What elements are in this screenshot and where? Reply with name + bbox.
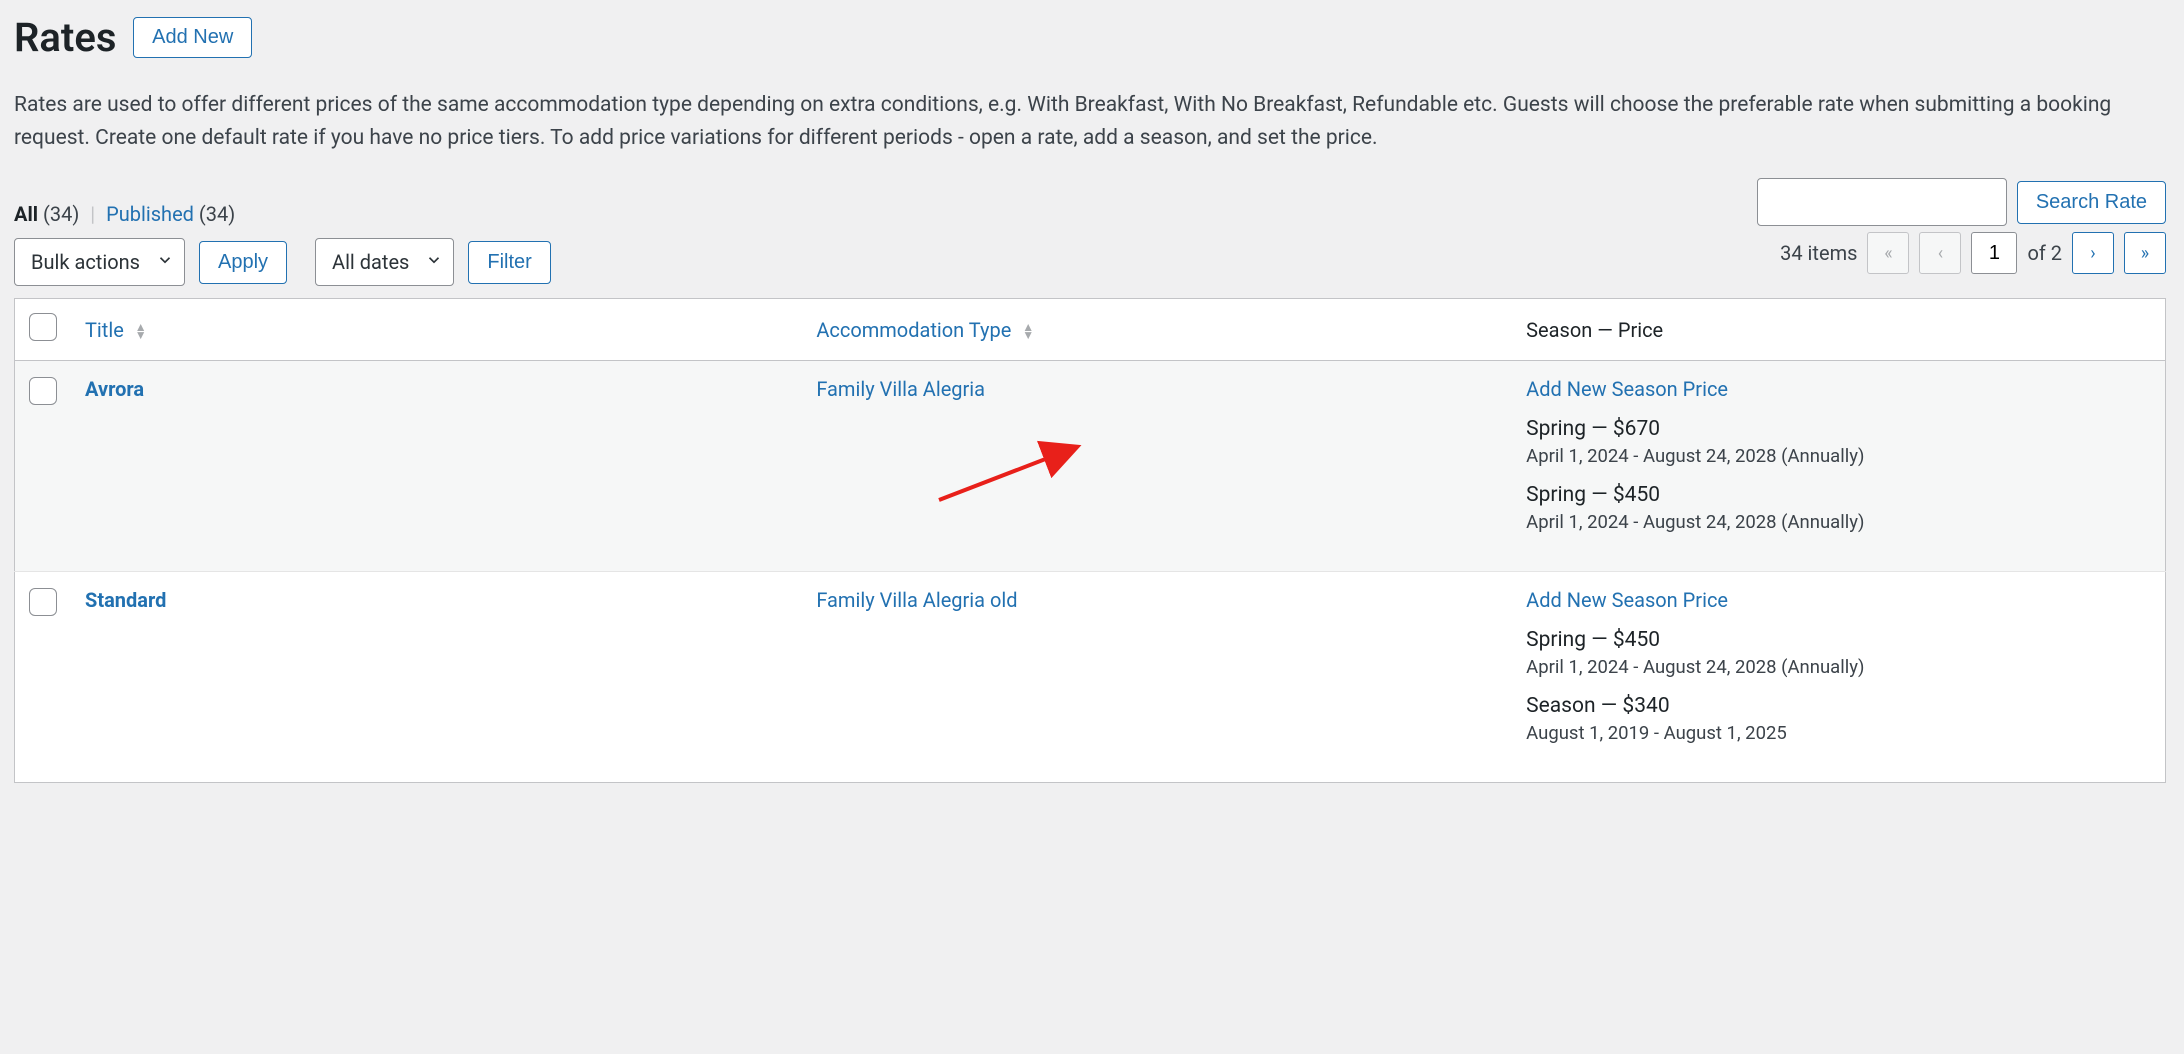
column-title[interactable]: Title: [85, 318, 129, 342]
filter-all-count: (34): [43, 202, 79, 226]
column-season-price: Season — Price: [1512, 299, 2165, 361]
add-new-button[interactable]: Add New: [133, 17, 252, 58]
bulk-actions-select[interactable]: Bulk actions: [14, 238, 185, 286]
filter-all-label: All: [14, 202, 38, 226]
divider: |: [84, 202, 101, 226]
page-input[interactable]: [1971, 232, 2017, 274]
select-all-checkbox[interactable]: [29, 313, 57, 341]
row-checkbox[interactable]: [29, 377, 57, 405]
filter-published[interactable]: Published (34): [106, 202, 235, 226]
first-page-button: «: [1867, 232, 1909, 274]
bulk-actions-label: Bulk actions: [31, 250, 140, 274]
season-price-label: Season — $340: [1526, 694, 2151, 718]
column-title-label: Title: [85, 318, 124, 342]
season-price-dates: April 1, 2024 - August 24, 2028 (Annuall…: [1526, 445, 2151, 467]
row-checkbox[interactable]: [29, 588, 57, 616]
table-row: Standard Family Villa Alegria old Add Ne…: [15, 572, 2166, 783]
page-description: Rates are used to offer different prices…: [14, 89, 2166, 154]
season-price-block: Spring — $450 April 1, 2024 - August 24,…: [1526, 628, 2151, 678]
pagination-count: 34 items: [1780, 241, 1857, 265]
status-filters: All (34) | Published (34): [14, 202, 235, 226]
filter-all[interactable]: All (34): [14, 202, 84, 226]
rate-title-link[interactable]: Avrora: [85, 377, 144, 401]
filter-published-label: Published: [106, 202, 194, 226]
chevron-down-icon: [156, 250, 174, 274]
season-price-block: Season — $340 August 1, 2019 - August 1,…: [1526, 694, 2151, 744]
column-accommodation-label: Accommodation Type: [816, 318, 1011, 342]
season-price-dates: April 1, 2024 - August 24, 2028 (Annuall…: [1526, 511, 2151, 533]
next-page-button[interactable]: ›: [2072, 232, 2114, 274]
column-accommodation[interactable]: Accommodation Type: [816, 318, 1016, 342]
filter-button[interactable]: Filter: [468, 241, 550, 284]
page-title: Rates: [14, 14, 116, 61]
chevron-down-icon: [425, 250, 443, 274]
add-season-price-link[interactable]: Add New Season Price: [1526, 377, 1728, 401]
season-price-dates: August 1, 2019 - August 1, 2025: [1526, 722, 2151, 744]
accommodation-link[interactable]: Family Villa Alegria old: [816, 588, 1017, 612]
filter-published-count: (34): [199, 202, 235, 226]
season-price-label: Spring — $450: [1526, 483, 2151, 507]
date-filter-label: All dates: [332, 250, 409, 274]
search-input[interactable]: [1757, 178, 2007, 226]
last-page-button[interactable]: »: [2124, 232, 2166, 274]
season-price-label: Spring — $450: [1526, 628, 2151, 652]
prev-page-button: ‹: [1919, 232, 1961, 274]
pagination-total: of 2: [2027, 241, 2062, 265]
table-row: Avrora Family Villa Alegria Add New Seas…: [15, 361, 2166, 572]
season-price-block: Spring — $450 April 1, 2024 - August 24,…: [1526, 483, 2151, 533]
season-price-label: Spring — $670: [1526, 417, 2151, 441]
search-button[interactable]: Search Rate: [2017, 181, 2166, 224]
rate-title-link[interactable]: Standard: [85, 588, 166, 612]
season-price-dates: April 1, 2024 - August 24, 2028 (Annuall…: [1526, 656, 2151, 678]
sort-icon: ▲▼: [1022, 323, 1034, 339]
accommodation-link[interactable]: Family Villa Alegria: [816, 377, 985, 401]
date-filter-select[interactable]: All dates: [315, 238, 454, 286]
rates-table: Title ▲▼ Accommodation Type ▲▼ Season — …: [14, 298, 2166, 783]
season-price-block: Spring — $670 April 1, 2024 - August 24,…: [1526, 417, 2151, 467]
add-season-price-link[interactable]: Add New Season Price: [1526, 588, 1728, 612]
apply-button[interactable]: Apply: [199, 241, 287, 284]
pagination: 34 items « ‹ of 2 › »: [1780, 232, 2166, 274]
sort-icon: ▲▼: [135, 323, 147, 339]
